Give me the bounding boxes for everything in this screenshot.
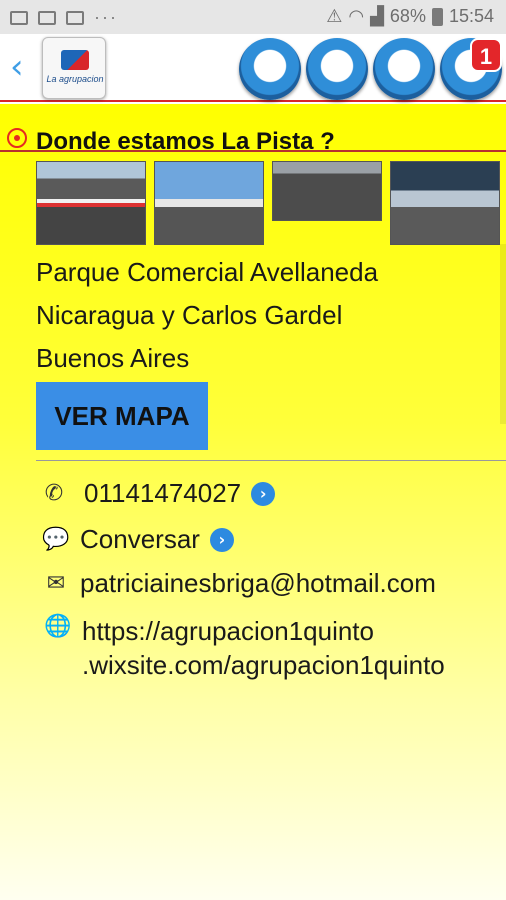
website-url[interactable]: https://agrupacion1quinto .wixsite.com/a…	[82, 614, 445, 682]
chevron-down-icon: ⌄	[391, 51, 417, 86]
battery-icon	[431, 7, 443, 26]
envelope-icon: ✉	[46, 570, 66, 596]
status-bar: ··· ⚠ ◠ ▟ 68% 15:54	[0, 0, 506, 34]
phone-icon: ✆	[44, 480, 64, 506]
chevron-right-icon[interactable]: ›	[209, 527, 234, 552]
more-notifications: ···	[94, 7, 118, 27]
divider	[36, 460, 506, 461]
chat-label[interactable]: Conversar	[80, 524, 200, 555]
logo-mark	[61, 50, 89, 70]
facebook-icon: f	[263, 51, 277, 86]
warning-icon: ⚠	[326, 6, 343, 26]
section-header: Donde estamos La Pista ?	[0, 114, 506, 155]
app-header: ‹ La agrupacion f ✉ ⌄ ⦿ 1	[0, 34, 506, 102]
track-photo-2[interactable]	[154, 161, 264, 245]
content-area: Donde estamos La Pista ? Parque Comercia…	[0, 104, 506, 900]
photo-gallery	[0, 161, 506, 245]
address-line-3: Buenos Aires	[36, 343, 190, 373]
logo-text: La agrupacion	[46, 74, 104, 84]
chat-row[interactable]: 💬 Conversar ›	[38, 524, 234, 555]
back-icon[interactable]: ‹	[10, 50, 24, 84]
facebook-button[interactable]: f	[239, 38, 301, 100]
battery-level: 68%	[389, 6, 426, 26]
scrollbar[interactable]	[500, 244, 506, 424]
screen-icon	[10, 10, 28, 25]
track-photo-3[interactable]	[272, 161, 382, 221]
email-address[interactable]: patriciainesbriga@hotmail.com	[80, 568, 436, 599]
phone-number[interactable]: 01141474027	[84, 478, 241, 509]
mail-icon: ✉	[324, 51, 350, 86]
cloud-icon	[66, 10, 84, 25]
image-icon	[38, 10, 56, 25]
section-title: Donde estamos La Pista ?	[36, 128, 335, 155]
email-row[interactable]: ✉ patriciainesbriga@hotmail.com	[38, 568, 436, 599]
notification-badge: 1	[470, 38, 502, 72]
mail-button[interactable]: ✉	[306, 38, 368, 100]
signal-bars-icon: ▟	[370, 6, 384, 26]
address-line-2: Nicaragua y Carlos Gardel	[36, 300, 343, 330]
globe-icon: 🌐	[44, 614, 72, 639]
clock: 15:54	[448, 6, 494, 26]
track-photo-1[interactable]	[36, 161, 146, 245]
address-line-1: Parque Comercial Avellaneda	[36, 257, 379, 287]
app-logo[interactable]: La agrupacion	[42, 37, 106, 99]
phone-row[interactable]: ✆ 01141474027 ›	[36, 478, 276, 509]
view-map-button[interactable]: VER MAPA	[36, 382, 208, 450]
website-row[interactable]: 🌐 https://agrupacion1quinto .wixsite.com…	[40, 614, 445, 682]
chevron-right-icon[interactable]: ›	[251, 481, 276, 506]
track-photo-4[interactable]	[390, 161, 500, 245]
location-pin-icon	[7, 128, 27, 148]
wifi-icon: ◠	[348, 6, 365, 26]
chat-icon: 💬	[42, 526, 70, 552]
download-button[interactable]: ⌄	[373, 38, 435, 100]
